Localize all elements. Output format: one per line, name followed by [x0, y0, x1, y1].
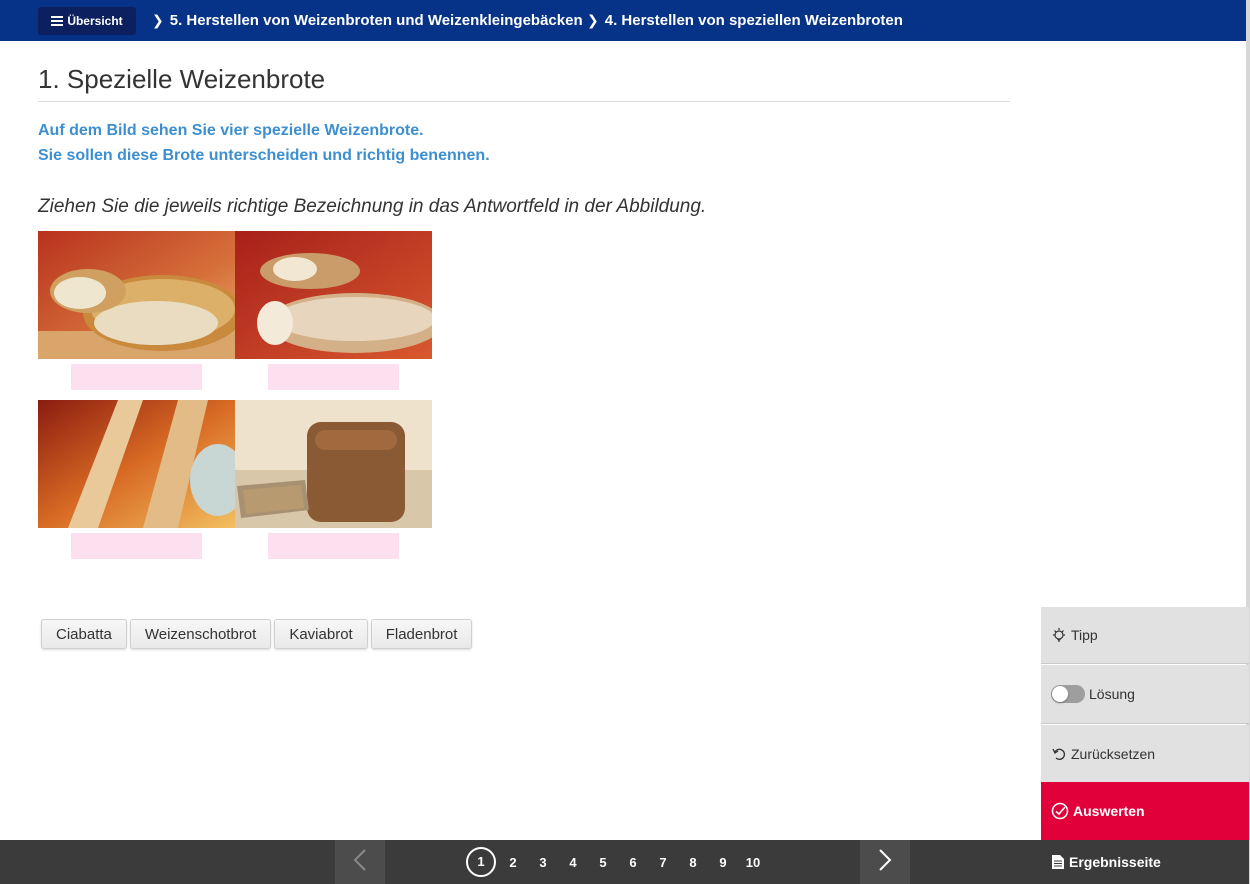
- intro-line-2: Sie sollen diese Brote unterscheiden und…: [38, 147, 490, 164]
- lightbulb-icon: [1051, 627, 1067, 643]
- loesung-toggle-row[interactable]: Lösung: [1041, 665, 1249, 724]
- page-number[interactable]: 3: [528, 855, 558, 870]
- answer-drop-field-2[interactable]: [268, 364, 399, 390]
- page-number[interactable]: 2: [498, 855, 528, 870]
- bread-image-1: [38, 231, 235, 359]
- answer-drop-field-4[interactable]: [268, 533, 399, 559]
- check-circle-icon: [1051, 802, 1069, 820]
- page-number-current[interactable]: 1: [466, 847, 496, 877]
- breadcrumb-section[interactable]: ❯ 4. Herstellen von speziellen Weizenbro…: [587, 0, 903, 41]
- page-number[interactable]: 4: [558, 855, 588, 870]
- reset-label: Zurücksetzen: [1071, 745, 1156, 762]
- breadcrumb-chapter-label: 5. Herstellen von Weizenbroten und Weize…: [169, 12, 583, 29]
- page-number[interactable]: 6: [618, 855, 648, 870]
- evaluate-button[interactable]: Auswerten: [1041, 782, 1249, 840]
- intro-text: Auf dem Bild sehen Sie vier spezielle We…: [38, 118, 490, 168]
- loesung-label: Lösung: [1089, 686, 1135, 702]
- document-icon: [1051, 854, 1065, 870]
- overview-label: Übersicht: [67, 14, 123, 28]
- tipp-button[interactable]: Tipp: [1041, 607, 1249, 664]
- page-title: 1. Spezielle Weizenbrote: [38, 64, 326, 94]
- bread-image-2: [235, 231, 432, 359]
- task-instruction: Ziehen Sie die jeweils richtige Bezeichn…: [38, 196, 707, 217]
- word-option-weizenschotbrot[interactable]: Weizenschotbrot: [129, 619, 272, 649]
- tipp-label: Tipp: [1071, 627, 1098, 643]
- results-label: Ergebnisseite: [1069, 854, 1161, 870]
- breadcrumb-chapter[interactable]: ❯ 5. Herstellen von Weizenbroten und Wei…: [152, 0, 583, 41]
- next-page-button[interactable]: [860, 840, 910, 884]
- overview-button[interactable]: Übersicht: [38, 7, 136, 35]
- title-divider: [38, 101, 1010, 102]
- breadcrumb-section-label: 4. Herstellen von speziellen Weizenbrote…: [604, 12, 903, 29]
- top-navigation-bar: Übersicht ❯ 5. Herstellen von Weizenbrot…: [0, 0, 1246, 41]
- chevron-left-icon: [353, 848, 367, 877]
- results-page-button[interactable]: Ergebnisseite: [1041, 840, 1249, 884]
- evaluate-label: Auswerten: [1073, 803, 1145, 819]
- bread-image-3: [38, 400, 235, 528]
- page-number[interactable]: 9: [708, 855, 738, 870]
- toggle-knob: [1052, 686, 1068, 702]
- page-number[interactable]: 8: [678, 855, 708, 870]
- reset-button[interactable]: Zurücksetzen: [1041, 725, 1249, 782]
- chevron-right-icon: ❯: [587, 12, 599, 28]
- bread-image-4: [235, 400, 432, 528]
- page-number[interactable]: 7: [648, 855, 678, 870]
- menu-icon: [51, 16, 64, 26]
- intro-line-1: Auf dem Bild sehen Sie vier spezielle We…: [38, 122, 424, 139]
- answer-drop-field-1[interactable]: [71, 364, 202, 390]
- word-option-kaviabrot[interactable]: Kaviabrot: [274, 619, 368, 649]
- word-option-fladenbrot[interactable]: Fladenbrot: [370, 619, 473, 649]
- chevron-right-icon: [878, 848, 892, 877]
- loesung-toggle[interactable]: [1051, 685, 1085, 703]
- page-numbers: 1 2 3 4 5 6 7 8 9 10: [466, 846, 768, 878]
- word-option-ciabatta[interactable]: Ciabatta: [41, 619, 127, 649]
- chevron-right-icon: ❯: [152, 12, 164, 28]
- undo-icon: [1051, 746, 1067, 762]
- page-number[interactable]: 10: [738, 855, 768, 870]
- word-options: Ciabatta Weizenschotbrot Kaviabrot Flade…: [41, 619, 473, 649]
- previous-page-button[interactable]: [335, 840, 385, 884]
- page-number[interactable]: 5: [588, 855, 618, 870]
- answer-drop-field-3[interactable]: [71, 533, 202, 559]
